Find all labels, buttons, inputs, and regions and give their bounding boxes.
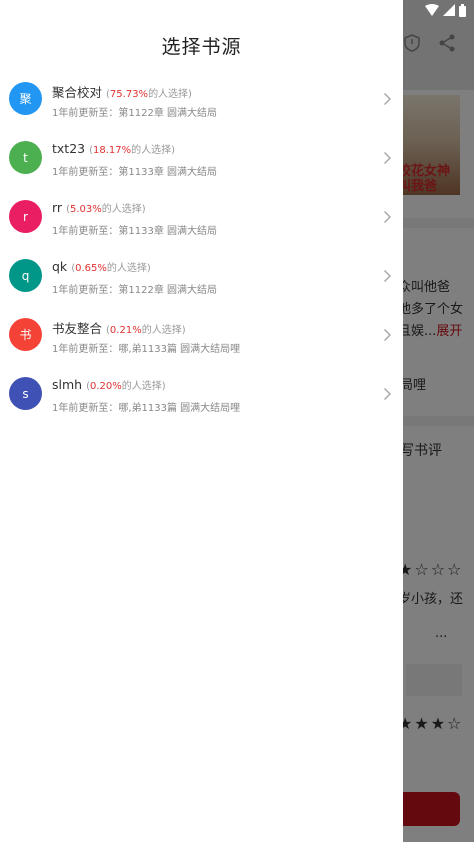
source-avatar: 聚 — [9, 82, 42, 115]
list-item[interactable]: 书 书友整合 (0.21%的人选择) 1年前更新至：哪,弟1133篇 圆满大结局哩 — [0, 304, 403, 363]
list-item[interactable]: q qk (0.65%的人选择) 1年前更新至：第1122章 圆满大结局 — [0, 245, 403, 304]
source-update-info: 1年前更新至：第1133章 圆满大结局 — [52, 226, 218, 237]
source-percentage: (0.21%的人选择) — [106, 325, 186, 336]
source-avatar: s — [9, 377, 42, 410]
source-update-info: 1年前更新至：第1133章 圆满大结局 — [52, 167, 218, 178]
source-name: 书友整合 (0.21%的人选择) — [52, 321, 186, 336]
chevron-right-icon — [383, 387, 392, 401]
source-avatar: 书 — [9, 318, 42, 351]
source-name: slmh (0.20%的人选择) — [52, 377, 166, 392]
battery-icon — [459, 3, 466, 17]
source-name: rr (5.03%的人选择) — [52, 200, 146, 215]
source-percentage: (0.20%的人选择) — [86, 381, 166, 392]
wifi-icon — [425, 4, 439, 16]
source-name: 聚合校对 (75.73%的人选择) — [52, 85, 192, 100]
source-update-info: 1年前更新至：哪,弟1133篇 圆满大结局哩 — [52, 344, 241, 355]
chevron-right-icon — [383, 151, 392, 165]
source-avatar: t — [9, 141, 42, 174]
source-update-info: 1年前更新至：哪,弟1133篇 圆满大结局哩 — [52, 403, 241, 414]
source-name: qk (0.65%的人选择) — [52, 259, 151, 274]
source-list: 聚 聚合校对 (75.73%的人选择) 1年前更新至：第1122章 圆满大结局 t… — [0, 68, 403, 422]
chevron-right-icon — [383, 210, 392, 224]
list-item[interactable]: 聚 聚合校对 (75.73%的人选择) 1年前更新至：第1122章 圆满大结局 — [0, 68, 403, 127]
source-update-info: 1年前更新至：第1122章 圆满大结局 — [52, 108, 218, 119]
list-item[interactable]: r rr (5.03%的人选择) 1年前更新至：第1133章 圆满大结局 — [0, 186, 403, 245]
drawer-title: 选择书源 — [161, 36, 242, 58]
source-update-info: 1年前更新至：第1122章 圆满大结局 — [52, 285, 218, 296]
source-percentage: (0.65%的人选择) — [71, 263, 151, 274]
status-bar — [425, 2, 466, 18]
chevron-right-icon — [383, 269, 392, 283]
source-name: txt23 (18.17%的人选择) — [52, 141, 176, 156]
source-avatar: q — [9, 259, 42, 292]
chevron-right-icon — [383, 92, 392, 106]
cellular-signal-icon — [443, 4, 455, 16]
list-item[interactable]: s slmh (0.20%的人选择) 1年前更新至：哪,弟1133篇 圆满大结局哩 — [0, 363, 403, 422]
source-drawer: 选择书源 聚 聚合校对 (75.73%的人选择) 1年前更新至：第1122章 圆满… — [0, 0, 403, 842]
list-item[interactable]: t txt23 (18.17%的人选择) 1年前更新至：第1133章 圆满大结局 — [0, 127, 403, 186]
source-percentage: (75.73%的人选择) — [106, 89, 192, 100]
source-avatar: r — [9, 200, 42, 233]
source-percentage: (5.03%的人选择) — [66, 204, 146, 215]
chevron-right-icon — [383, 328, 392, 342]
source-percentage: (18.17%的人选择) — [89, 145, 176, 156]
